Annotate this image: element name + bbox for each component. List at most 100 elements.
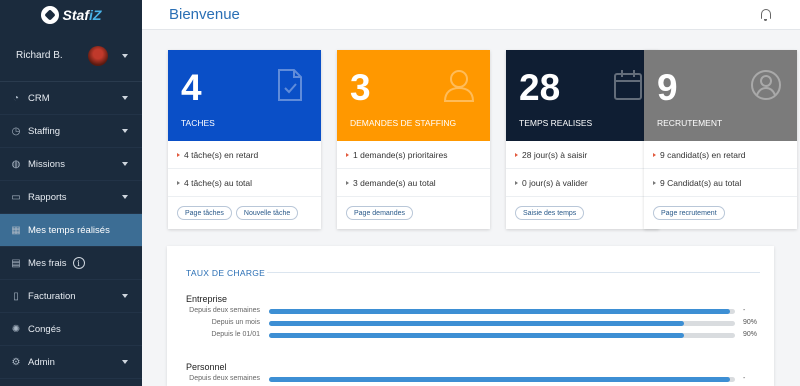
charge-progress-fill [269,309,731,314]
card-stat-secondary: 4 tâche(s) au total [168,169,321,197]
page-title: Bienvenue [169,6,240,23]
charge-progress-fill [269,333,684,338]
gear-icon: ⚙ [11,356,21,368]
charge-row-label: Depuis le 01/01 [211,331,260,338]
charge-row: Depuis le 01/01 90% [167,330,774,342]
card-count: 3 [350,67,371,108]
sun-icon: ✺ [11,323,21,335]
card-count: 4 [181,67,202,108]
arrow-right-icon [515,180,519,185]
chevron-down-icon [122,294,128,298]
arrow-right-icon [653,152,657,157]
charge-row-label: Depuis deux semaines [189,307,260,314]
arrow-right-icon [346,180,350,185]
card-stat-text: 1 demande(s) prioritaires [353,149,448,160]
card-header[interactable]: 28 TEMPS REALISES [506,50,659,141]
arrow-right-icon [515,152,519,157]
arrow-right-icon [177,152,181,157]
arrow-right-icon [346,152,350,157]
logo-text-prefix: Staf [62,7,89,23]
bell-icon[interactable] [760,8,772,21]
user-menu[interactable]: Richard B. [0,30,142,82]
card-title: TACHES [181,118,215,128]
charge-row: Depuis un mois 90% [167,318,774,330]
card-header[interactable]: 4 TACHES [168,50,321,141]
card-actions: Page tâches Nouvelle tâche [168,197,321,229]
sidebar-item-rapports[interactable]: ▭ Rapports [0,181,142,214]
card-stat-primary: 28 jour(s) à saisir [506,141,659,169]
sidebar-item-admin[interactable]: ⚙ Admin [0,346,142,379]
charge-row-value: - [743,375,746,382]
sidebar-nav: ◔ CRM ◷ Staffing ◍ Missions ▭ Rapports ▦ Mes temp… [0,82,142,379]
charge-progress-bar [269,333,735,338]
chevron-down-icon [122,53,128,58]
top-header: Bienvenue [142,0,800,30]
sidebar-item-label: Rapports [28,191,67,203]
wallet-icon: ▤ [11,257,21,269]
calendar-icon [613,68,643,102]
card-header[interactable]: 9 RECRUTEMENT [644,50,797,141]
charge-group-title: Entreprise [186,294,228,304]
sidebar-item-missions[interactable]: ◍ Missions [0,148,142,181]
charge-row-label: Depuis un mois [211,319,260,326]
card-count: 9 [657,67,678,108]
card-actions: Page demandes [337,197,490,229]
card-action-button[interactable]: Page demandes [346,206,413,220]
chevron-down-icon [122,96,128,100]
card-action-button[interactable]: Page recrutement [653,206,725,220]
sidebar-item-label: Mes frais [28,257,67,269]
info-icon[interactable]: i [72,257,85,269]
charge-row-value: 90% [743,319,758,326]
card-action-button[interactable]: Saisie des temps [515,206,585,220]
charge-row-value: - [743,307,746,314]
sidebar-item-mes-frais[interactable]: ▤ Mes frais i [0,247,142,280]
sidebar-item-label: Admin [28,356,55,368]
card-count: 28 [519,67,561,108]
panel-title: TAUX DE CHARGE [186,268,266,278]
card-action-button[interactable]: Page tâches [177,206,232,220]
sidebar-item-staffing[interactable]: ◷ Staffing [0,115,142,148]
card-stat-secondary: 0 jour(s) à valider [506,169,659,197]
charge-progress-bar [269,309,735,314]
card-stat-primary: 9 candidat(s) en retard [644,141,797,169]
globe-icon: ◍ [11,158,21,170]
card-action-button[interactable]: Nouvelle tâche [235,206,299,220]
document-check-icon [275,68,305,102]
charge-row: Depuis deux semaines - [167,374,774,386]
card-stat-text: 0 jour(s) à valider [522,177,588,188]
card-stat-primary: 1 demande(s) prioritaires [337,141,490,169]
card-recrutement: 9 RECRUTEMENT 9 candidat(s) en retard 9 Can… [644,50,797,229]
sidebar-item-label: Missions [28,158,65,170]
charge-progress-bar [269,321,735,326]
sidebar-item-facturation[interactable]: ▯ Facturation [0,280,142,313]
avatar [88,45,108,66]
user-circle-icon [751,68,781,102]
charge-row-label: Depuis deux semaines [189,375,260,382]
card-stat-text: 28 jour(s) à saisir [522,149,588,160]
charge-row: Depuis deux semaines - [167,306,774,318]
user-name: Richard B. [16,50,63,61]
sidebar-item-label: CRM [28,92,50,104]
sidebar-item-label: Mes temps réalisés [28,224,110,236]
card-title: RECRUTEMENT [657,118,723,128]
panel-divider [267,272,760,273]
card-stat-text: 3 demande(s) au total [353,177,436,188]
logo-text-accent: iZ [89,7,102,23]
sidebar-item-cong-s[interactable]: ✺ Congés [0,313,142,346]
sidebar-item-label: Facturation [28,290,76,302]
card-stat-text: 9 Candidat(s) au total [660,177,742,188]
card-header[interactable]: 3 DEMANDES DE STAFFING [337,50,490,141]
sidebar-item-mes-temps-r-alis-s[interactable]: ▦ Mes temps réalisés [0,214,142,247]
charge-group-title: Personnel [186,362,227,372]
card-stat-secondary: 3 demande(s) au total [337,169,490,197]
app-logo[interactable]: StafiZ [0,0,142,30]
charge-progress-fill [269,377,731,382]
chevron-down-icon [122,162,128,166]
sidebar-item-crm[interactable]: ◔ CRM [0,82,142,115]
sidebar-item-label: Congés [28,323,61,335]
card-stat-primary: 4 tâche(s) en retard [168,141,321,169]
sidebar-item-label: Staffing [28,125,61,137]
card-actions: Saisie des temps [506,197,659,229]
card-stat-secondary: 9 Candidat(s) au total [644,169,797,197]
arrow-right-icon [653,180,657,185]
